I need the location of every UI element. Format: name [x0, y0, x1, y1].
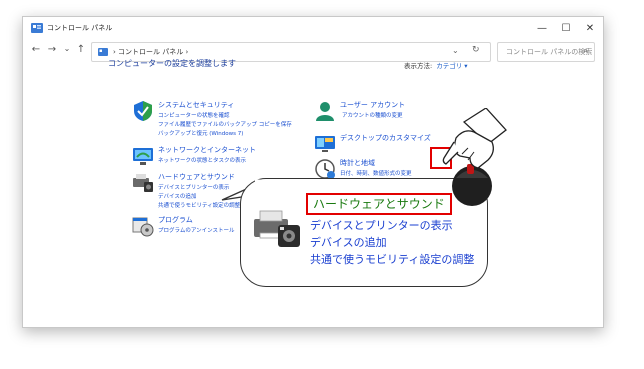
category-title[interactable]: デスクトップのカスタマイズ — [340, 133, 431, 143]
category-link[interactable]: 日付、時刻、数値形式の変更 — [340, 169, 412, 177]
programs-icon — [132, 217, 154, 237]
minimize-button[interactable]: — — [531, 21, 553, 37]
shield-icon — [134, 101, 152, 121]
chevron-down-icon[interactable]: ⌄ — [452, 46, 459, 55]
category-link[interactable]: プログラムのアンインストール — [158, 226, 235, 234]
desktop-icon — [315, 136, 335, 152]
view-by: 表示方法: カテゴリ ▾ — [404, 60, 468, 70]
category-link[interactable]: コンピューターの状態を確認 — [158, 111, 230, 119]
back-button[interactable]: ← — [29, 44, 43, 55]
category-title[interactable]: 時計と地域 — [340, 158, 375, 168]
breadcrumb[interactable]: › コントロール パネル › — [113, 47, 188, 57]
hand-mouse-icon — [442, 108, 507, 206]
category-link[interactable]: デバイスの追加 — [158, 192, 196, 200]
window-title: コントロール パネル — [47, 24, 113, 32]
close-button[interactable]: ✕ — [579, 21, 601, 37]
search-placeholder: コントロール パネルの検索 — [506, 48, 593, 56]
search-input[interactable]: コントロール パネルの検索 ⌕ — [497, 42, 595, 62]
category-link[interactable]: ネットワークの状態とタスクの表示 — [158, 156, 246, 164]
category-title[interactable]: システムとセキュリティ — [158, 100, 234, 110]
callout-link[interactable]: 共通で使うモビリティ設定の調整 — [310, 251, 474, 267]
printer-icon — [133, 174, 153, 192]
category-title[interactable]: ハードウェアとサウンド — [158, 172, 235, 182]
search-icon: ⌕ — [583, 46, 588, 55]
maximize-button[interactable]: ☐ — [555, 21, 577, 37]
forward-button[interactable]: → — [45, 44, 59, 55]
page-title: コンピューターの設定を調整します — [108, 59, 236, 68]
category-link[interactable]: バックアップと復元 (Windows 7) — [158, 129, 243, 137]
printer-icon — [254, 210, 300, 247]
callout-link[interactable]: デバイスの追加 — [310, 234, 387, 250]
title-bar: コントロール パネル — ☐ ✕ — [23, 17, 603, 41]
category-title[interactable]: プログラム — [158, 215, 193, 225]
control-panel-icon — [98, 48, 108, 56]
category-title[interactable]: ユーザー アカウント — [340, 100, 405, 110]
category-link[interactable]: アカウントの種類の変更 — [342, 111, 403, 119]
category-link[interactable]: ファイル履歴でファイルのバックアップ コピーを保存 — [158, 120, 292, 128]
recent-locations-dropdown[interactable]: ⌄ — [60, 44, 74, 53]
view-by-dropdown[interactable]: カテゴリ ▾ — [436, 62, 467, 70]
control-panel-icon — [31, 23, 43, 33]
view-by-label: 表示方法: — [404, 62, 433, 70]
callout-link[interactable]: デバイスとプリンターの表示 — [310, 217, 453, 233]
category-link[interactable]: 共通で使うモビリティ設定の調整 — [158, 201, 240, 209]
callout-title[interactable]: ハードウェアとサウンド — [306, 193, 452, 215]
category-title[interactable]: ネットワークとインターネット — [158, 145, 256, 155]
user-icon — [316, 102, 334, 121]
network-icon — [133, 148, 153, 165]
category-link[interactable]: デバイスとプリンターの表示 — [158, 183, 229, 191]
clock-icon — [315, 159, 335, 179]
refresh-icon[interactable]: ↻ — [472, 45, 480, 55]
up-button[interactable]: ↑ — [74, 44, 88, 55]
